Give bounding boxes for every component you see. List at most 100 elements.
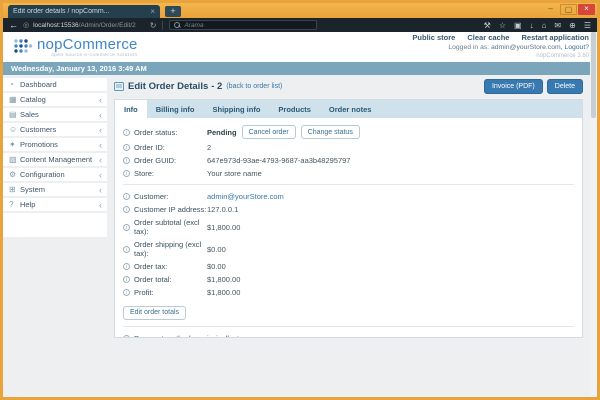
field-value-text: 127.0.0.1 xyxy=(207,205,238,214)
url-host: localhost:15536 xyxy=(33,22,79,29)
clipboard-icon[interactable]: ▣ xyxy=(514,21,522,30)
edit-order-totals-button[interactable]: Edit order totals xyxy=(123,306,186,320)
tab-billing-info[interactable]: Billing info xyxy=(147,100,204,118)
minimize-button[interactable]: – xyxy=(542,4,559,15)
sidebar: ◔Dashboard▦Catalog‹▤Sales‹☺Customers‹✦Pr… xyxy=(3,75,107,397)
logo-dots-icon xyxy=(13,38,33,56)
field-row-order-id: iOrder ID:2 xyxy=(123,143,574,152)
close-button[interactable]: × xyxy=(578,4,595,15)
field-label-text: Order status: xyxy=(134,128,177,137)
logout-link[interactable]: , Logout? xyxy=(561,44,589,51)
new-tab-button[interactable]: + xyxy=(165,6,181,17)
field-label-text: Profit: xyxy=(134,288,154,297)
reload-icon[interactable]: ↻ xyxy=(150,21,157,30)
dashboard-icon: ◔ xyxy=(9,80,20,89)
menu-icon[interactable]: ☰ xyxy=(584,21,591,30)
info-icon: i xyxy=(123,129,130,136)
info-icon: i xyxy=(123,335,130,339)
field-value-text: $1,800.00 xyxy=(207,223,240,232)
url-path: /Admin/Order/Edit/2 xyxy=(79,22,136,29)
field-label-text: Order subtotal (excl tax): xyxy=(134,218,207,236)
public-store-link[interactable]: Public store xyxy=(412,34,455,43)
app-version: nopCommerce 3.60 xyxy=(536,53,589,60)
sales-icon: ▤ xyxy=(9,110,20,119)
info-icon: i xyxy=(123,224,130,231)
search-input[interactable]: Arama xyxy=(169,20,317,30)
field-button-row: Edit order totals xyxy=(123,301,574,320)
field-value-text[interactable]: admin@yourStore.com xyxy=(207,192,284,201)
download-icon[interactable]: ↓ xyxy=(530,21,534,30)
maximize-button[interactable]: ▢ xyxy=(560,4,577,15)
star-icon[interactable]: ☆ xyxy=(499,21,506,30)
chevron-icon: ‹ xyxy=(99,155,102,165)
field-value-text: $0.00 xyxy=(207,262,226,271)
field-value: PendingCancel orderChange status xyxy=(207,125,360,139)
field-label: iOrder ID: xyxy=(123,143,207,152)
login-prefix: Logged in as: xyxy=(448,44,491,51)
field-value: $0.00 xyxy=(207,262,226,271)
sidebar-item-label: Help xyxy=(20,200,99,209)
field-value-text: $1,800.00 xyxy=(207,288,240,297)
field-label: iOrder shipping (excl tax): xyxy=(123,240,207,258)
configuration-icon: ⚙ xyxy=(9,170,20,179)
logged-in-email: admin@yourStore.com xyxy=(491,44,561,51)
tab-info[interactable]: Info xyxy=(115,100,147,118)
scrollbar-thumb[interactable] xyxy=(591,32,596,118)
address-bar[interactable]: localhost:15536/Admin/Order/Edit/2 xyxy=(33,22,136,29)
sidebar-item-system[interactable]: ⊞System‹ xyxy=(3,183,107,198)
sidebar-item-dashboard[interactable]: ◔Dashboard xyxy=(3,78,107,93)
restart-application-link[interactable]: Restart application xyxy=(521,34,589,43)
sidebar-item-label: Configuration xyxy=(20,170,99,179)
info-icon: i xyxy=(123,170,130,177)
sidebar-item-catalog[interactable]: ▦Catalog‹ xyxy=(3,93,107,108)
field-label: i Order subtotal (excl tax): xyxy=(123,218,207,236)
sidebar-item-label: Content Management xyxy=(20,155,99,164)
info-icon: i xyxy=(123,246,130,253)
chevron-icon: ‹ xyxy=(99,170,102,180)
sidebar-item-label: Customers xyxy=(20,125,99,134)
change-status-button[interactable]: Change status xyxy=(301,125,360,139)
clear-cache-link[interactable]: Clear cache xyxy=(467,34,509,43)
sidebar-item-label: Dashboard xyxy=(20,80,102,89)
back-to-order-list-link[interactable]: (back to order list) xyxy=(226,83,282,90)
home-icon[interactable]: ⌂ xyxy=(542,21,547,30)
tab-order-notes[interactable]: Order notes xyxy=(320,100,381,118)
field-value: 647e973d-93ae-4793-9687-aa3b48295797 xyxy=(207,156,350,165)
sidebar-item-label: Sales xyxy=(20,110,99,119)
field-value-text: iyzicollect xyxy=(207,334,239,339)
cancel-order-button[interactable]: Cancel order xyxy=(242,125,296,139)
field-row-profit: iProfit:$1,800.00 xyxy=(123,288,574,297)
tab-products[interactable]: Products xyxy=(269,100,320,118)
info-icon: i xyxy=(123,157,130,164)
scrollbar[interactable] xyxy=(590,32,597,397)
field-label-text: Order GUID: xyxy=(134,156,176,165)
sidebar-item-configuration[interactable]: ⚙Configuration‹ xyxy=(3,168,107,183)
sidebar-item-help[interactable]: ?Help‹ xyxy=(3,198,107,213)
tab-close-icon[interactable]: × xyxy=(150,7,155,16)
browser-window: Edit order details / nopComm... × + – ▢ … xyxy=(0,0,600,400)
field-value-text: $1,800.00 xyxy=(207,275,240,284)
field-row-customer-ip-address: iCustomer IP address:127.0.0.1 xyxy=(123,205,574,214)
field-row-order-shipping-excl-tax: iOrder shipping (excl tax):$0.00 xyxy=(123,240,574,258)
field-row-order-subtotal-excl-tax: i Order subtotal (excl tax):$1,800.00 xyxy=(123,218,574,236)
field-value: $1,800.00 xyxy=(207,223,240,232)
sidebar-item-customers[interactable]: ☺Customers‹ xyxy=(3,123,107,138)
globe-icon[interactable]: ⊕ xyxy=(569,21,576,30)
content-area: ◔Dashboard▦Catalog‹▤Sales‹☺Customers‹✦Pr… xyxy=(3,75,597,397)
tab-shipping-info[interactable]: Shipping info xyxy=(204,100,270,118)
invoice-pdf-button[interactable]: Invoice (PDF) xyxy=(484,79,543,94)
page-title-suffix: - 2 xyxy=(211,81,222,92)
sidebar-item-content-management[interactable]: ▧Content Management‹ xyxy=(3,153,107,168)
back-icon[interactable]: ← xyxy=(9,20,18,30)
delete-button[interactable]: Delete xyxy=(547,79,583,94)
date-bar: Wednesday, January 13, 2016 3:49 AM xyxy=(3,62,597,75)
sidebar-item-sales[interactable]: ▤Sales‹ xyxy=(3,108,107,123)
sidebar-item-promotions[interactable]: ✦Promotions‹ xyxy=(3,138,107,153)
mail-icon[interactable]: ✉ xyxy=(554,21,561,30)
sidebar-item-label: Catalog xyxy=(20,95,99,104)
browser-tab[interactable]: Edit order details / nopComm... × xyxy=(8,5,160,18)
site-identity-icon[interactable]: ◎ xyxy=(23,21,29,29)
field-value: iyzicollect xyxy=(207,334,239,339)
wrench-icon[interactable]: ⚒ xyxy=(484,21,491,30)
field-label-text: Customer: xyxy=(134,192,169,201)
